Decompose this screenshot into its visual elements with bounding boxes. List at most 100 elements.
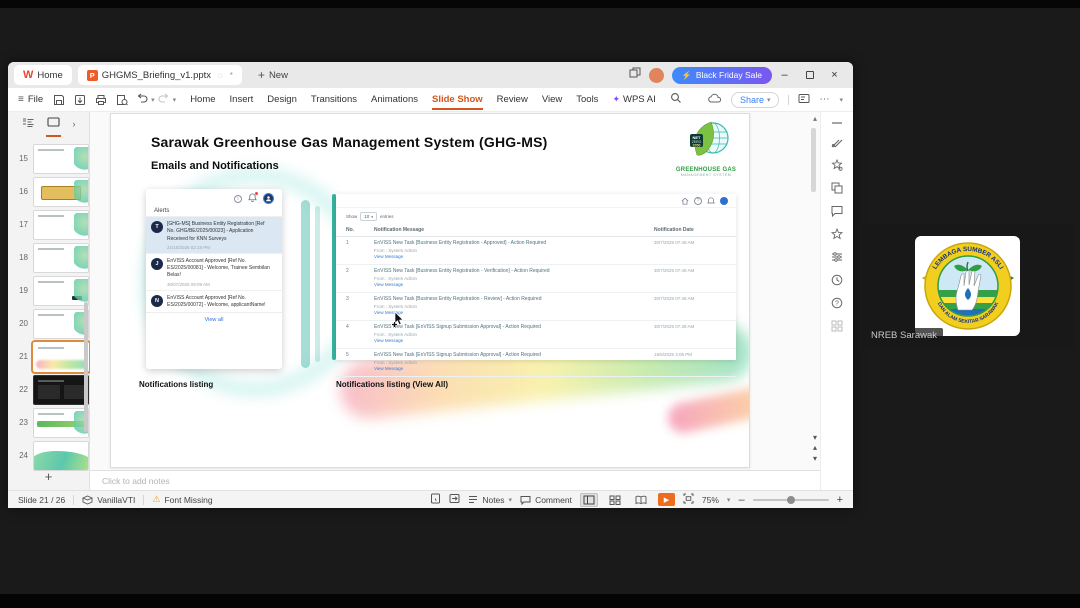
save-icon[interactable] [53, 94, 65, 106]
panel-expand-icon[interactable]: › [73, 119, 76, 129]
cloud-icon[interactable] [708, 93, 722, 107]
help-icon[interactable]: ? [831, 297, 843, 309]
tab-home[interactable]: Home [190, 94, 215, 105]
participant-video-tile[interactable]: LEMBAGA SUMBER ASLI DAN ALAM SEKITAR SAR… [858, 224, 1074, 348]
print-preview-icon[interactable] [116, 94, 128, 106]
shapes-icon[interactable] [831, 182, 843, 194]
previous-slide-button[interactable]: ▴ [813, 443, 817, 452]
tab-review[interactable]: Review [497, 94, 528, 105]
slide-thumbnail-18[interactable]: 18 [8, 241, 89, 274]
zoom-slider[interactable] [752, 495, 829, 504]
info-icon: i [234, 194, 242, 203]
print-icon[interactable] [95, 94, 107, 106]
slide-canvas[interactable]: Sarawak Greenhouse Gas Management System… [110, 113, 750, 468]
slide-thumbnail-24[interactable]: 24 [8, 439, 89, 472]
slide-thumbnail-21-selected[interactable]: 21 [8, 339, 91, 374]
zoom-out-button[interactable]: – [738, 494, 744, 506]
row-from: From : System Admin [374, 247, 418, 253]
tab-wps-ai[interactable]: ✦ WPS AI [612, 94, 655, 105]
undo-dropdown-icon[interactable]: ▾ [151, 96, 155, 104]
apps-grid-icon[interactable] [831, 320, 843, 332]
next-slide-button[interactable]: ▾ [813, 454, 817, 463]
maximize-button[interactable] [797, 62, 822, 88]
slide-thumbnail-23[interactable]: 23 [8, 406, 89, 439]
presenter-notes-icon[interactable] [430, 493, 441, 506]
zoom-caret-icon[interactable]: ▾ [727, 496, 731, 504]
tab-insert[interactable]: Insert [230, 94, 254, 105]
slide-thumbnail-17[interactable]: 17 [8, 208, 89, 241]
task-pane-icon[interactable] [798, 93, 810, 107]
editing-tools-icon[interactable] [831, 136, 843, 148]
notifications-table-screenshot: ? Show 10 ▾ entries No. Notification Mes… [336, 194, 736, 377]
zoom-slider-handle[interactable] [786, 495, 795, 504]
notes-pane[interactable]: Click to add notes [90, 470, 820, 490]
slide-thumbnail-20[interactable]: 20 [8, 307, 89, 340]
history-icon[interactable] [831, 274, 843, 286]
normal-view-button[interactable] [579, 492, 598, 507]
select-caret-icon: ▾ [371, 214, 374, 219]
favorites-icon[interactable] [831, 228, 843, 240]
slide-sorter-view-button[interactable] [606, 493, 624, 507]
theme-indicator[interactable]: VanillaVTI [82, 495, 135, 505]
decor-teal-bar-2 [315, 206, 320, 362]
redo-icon[interactable] [158, 93, 170, 107]
fit-slide-icon[interactable] [683, 493, 694, 506]
zoom-in-button[interactable]: + [837, 494, 843, 506]
outline-view-icon[interactable] [22, 115, 34, 133]
panel-scrollbar[interactable] [84, 302, 88, 432]
user-avatar[interactable] [648, 67, 664, 83]
scroll-up-arrow[interactable]: ▴ [813, 115, 817, 123]
wps-office-window: W Home P GHGMS_Briefing_v1.pptx ◌ * + Ne… [8, 62, 853, 508]
tab-view[interactable]: View [542, 94, 562, 105]
scroll-down-arrow[interactable]: ▾ [813, 433, 817, 442]
search-icon[interactable] [670, 92, 682, 107]
export-icon[interactable] [74, 94, 86, 106]
slide-thumbnail-15[interactable]: 15 [8, 142, 89, 175]
slide-thumbnail-19[interactable]: 19 [8, 274, 89, 307]
tab-design[interactable]: Design [267, 94, 297, 105]
comment-button[interactable]: Comment [520, 495, 572, 505]
slide-thumbnail-16[interactable]: 16 [8, 175, 89, 208]
notes-toggle[interactable]: Notes ▾ [468, 495, 512, 505]
add-slide-button[interactable]: + [8, 469, 89, 484]
comment-panel-icon[interactable] [831, 205, 843, 217]
collapse-rail-icon[interactable] [831, 121, 843, 125]
row-message: EnVISS New Task [Business Entity Registr… [374, 268, 550, 274]
tab-transitions[interactable]: Transitions [311, 94, 357, 105]
file-menu[interactable]: ≡ File [18, 94, 43, 105]
tab-tools[interactable]: Tools [576, 94, 598, 105]
ribbon-menu-bar: ≡ File ▾ ▾ Home Insert Design Transition… [8, 88, 853, 112]
undo-icon[interactable] [136, 93, 148, 107]
document-tab[interactable]: P GHGMS_Briefing_v1.pptx ◌ * [77, 65, 242, 85]
settings-sliders-icon[interactable] [831, 251, 843, 263]
tab-slide-show[interactable]: Slide Show [431, 94, 483, 110]
black-friday-sale-button[interactable]: ⚡ Black Friday Sale [671, 66, 772, 84]
editor-column: Sarawak Greenhouse Gas Management System… [90, 112, 820, 490]
chevron-down-icon[interactable]: ▾ [173, 96, 177, 104]
slide-thumbnail-22[interactable]: 22 [8, 373, 89, 406]
document-tab-label: GHGMS_Briefing_v1.pptx [101, 69, 212, 81]
collapse-ribbon-icon[interactable]: ▾ [839, 96, 843, 104]
notes-placeholder: Click to add notes [102, 475, 170, 486]
window-switch-icon[interactable] [629, 66, 641, 84]
font-missing-warning[interactable]: ⚠ Font Missing [152, 494, 212, 505]
slides-view-icon[interactable] [45, 115, 61, 137]
present-from-start-icon[interactable] [449, 493, 460, 506]
ai-assistant-icon[interactable] [831, 159, 843, 171]
zoom-level[interactable]: 75% [702, 495, 719, 505]
share-button[interactable]: Share ▾ [730, 91, 780, 108]
reading-view-button[interactable] [632, 493, 650, 507]
thumbnail-image [33, 407, 89, 438]
alert-avatar: N [151, 294, 163, 307]
tab-animations[interactable]: Animations [371, 94, 418, 105]
more-options-icon[interactable]: ⋯ [819, 94, 830, 105]
new-tab-button[interactable]: + New [258, 68, 288, 82]
nreb-sarawak-logo: LEMBAGA SUMBER ASLI DAN ALAM SEKITAR SAR… [921, 242, 1014, 330]
slideshow-play-button[interactable]: ▶ [657, 493, 675, 506]
vertical-scrollbar[interactable] [811, 128, 816, 192]
close-button[interactable]: × [822, 62, 847, 88]
row-from: From : System Admin [374, 303, 418, 309]
slide-thumbnail-panel: › 15 16 17 18 19 20 21 22 23 24 + [8, 112, 91, 490]
minimize-button[interactable]: – [772, 62, 797, 88]
home-tab[interactable]: W Home [14, 65, 72, 85]
